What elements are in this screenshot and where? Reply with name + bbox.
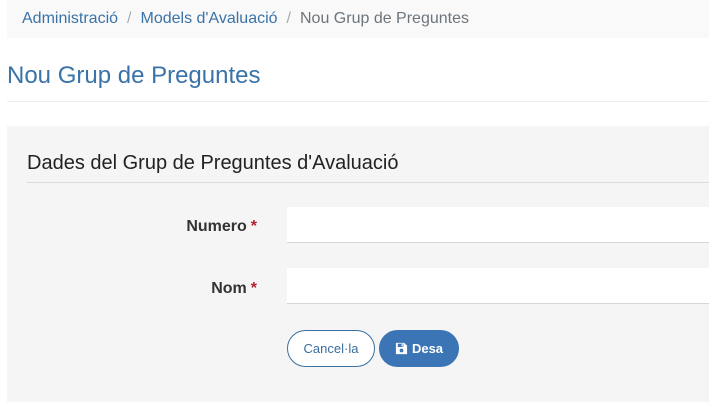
form-panel: Dades del Grup de Preguntes d'Avaluació … <box>7 126 709 402</box>
floppy-disk-icon <box>395 342 408 355</box>
breadcrumb-item-models-avaluacio[interactable]: Models d'Avaluació <box>140 10 277 28</box>
breadcrumb-item-administracio[interactable]: Administració <box>22 10 118 28</box>
panel-heading: Dades del Grup de Preguntes d'Avaluació <box>27 152 399 174</box>
numero-label-text: Numero <box>186 218 247 235</box>
breadcrumb: Administració / Models d'Avaluació / Nou… <box>7 0 709 38</box>
required-mark: * <box>250 280 257 297</box>
required-mark: * <box>250 218 257 235</box>
numero-label: Numero * <box>7 218 257 236</box>
numero-input[interactable] <box>287 207 709 243</box>
cancel-button[interactable]: Cancel·la <box>287 330 375 367</box>
breadcrumb-separator: / <box>127 10 132 27</box>
breadcrumb-item-current: Nou Grup de Preguntes <box>300 10 469 27</box>
breadcrumb-separator: / <box>286 10 291 27</box>
save-button[interactable]: Desa <box>379 330 459 367</box>
page-title: Nou Grup de Preguntes <box>7 62 261 89</box>
title-divider <box>7 101 709 102</box>
save-button-label: Desa <box>411 341 444 356</box>
panel-divider <box>27 182 709 183</box>
nom-label: Nom * <box>7 280 257 298</box>
cancel-button-label: Cancel·la <box>303 341 359 356</box>
nom-input[interactable] <box>287 268 709 304</box>
nom-label-text: Nom <box>211 280 247 297</box>
